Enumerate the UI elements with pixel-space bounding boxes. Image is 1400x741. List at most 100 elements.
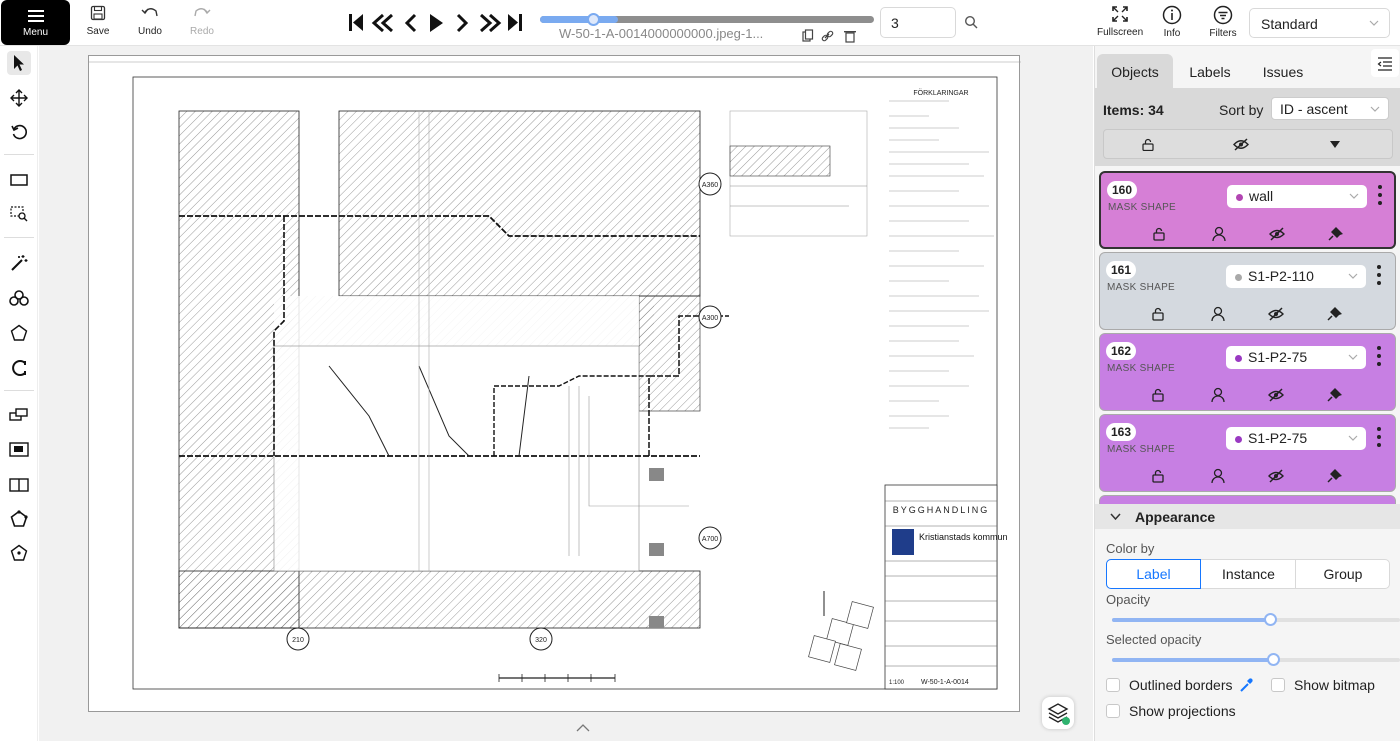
group-tool[interactable] [7, 438, 31, 462]
appearance-header[interactable]: Appearance [1095, 504, 1400, 529]
left-toolbar [0, 46, 38, 741]
menu-button[interactable]: Menu [1, 0, 70, 45]
pentagon-shape-icon [10, 510, 28, 527]
color-by-label-option[interactable]: Label [1106, 559, 1201, 589]
magic-wand-tool[interactable] [7, 251, 31, 275]
show-projections-box[interactable] [1106, 704, 1120, 718]
visibility-off-icon[interactable] [1268, 469, 1284, 483]
frame-number-input[interactable]: 3 [880, 7, 956, 38]
show-bitmap-checkbox[interactable]: Show bitmap [1271, 677, 1391, 695]
workspace-select[interactable]: Standard [1249, 8, 1390, 38]
user-icon[interactable] [1211, 468, 1225, 484]
object-card[interactable]: 160 MASK SHAPE wall [1099, 171, 1396, 249]
next-frame-icon[interactable] [456, 13, 469, 33]
show-projections-checkbox[interactable]: Show projections [1106, 703, 1256, 721]
frame-slider[interactable] [540, 13, 874, 26]
outlined-borders-box[interactable] [1106, 678, 1120, 692]
fit-image-tool[interactable] [7, 168, 31, 192]
lock-icon[interactable] [1152, 388, 1164, 402]
info-button[interactable]: Info [1157, 5, 1187, 39]
selected-opacity-handle[interactable] [1267, 653, 1281, 666]
delete-icon[interactable] [844, 31, 856, 43]
hide-all-icon[interactable] [1233, 138, 1249, 151]
object-card[interactable]: 163 MASK SHAPE S1-P2-75 [1099, 414, 1396, 492]
user-icon[interactable] [1211, 387, 1225, 403]
outlined-borders-checkbox[interactable]: Outlined borders [1106, 677, 1256, 695]
user-icon[interactable] [1211, 306, 1225, 322]
visibility-off-icon[interactable] [1269, 227, 1285, 241]
canvas-area[interactable]: A360 A300 A700 210 320 FÖRKLARINGAR BYGG… [39, 46, 1093, 741]
lock-icon[interactable] [1152, 469, 1164, 483]
forward-fast-icon[interactable] [480, 13, 502, 33]
save-button[interactable]: Save [86, 5, 110, 37]
more-options-icon[interactable] [1374, 344, 1384, 368]
visibility-off-icon[interactable] [1268, 388, 1284, 402]
pin-icon[interactable] [1327, 388, 1342, 402]
caret-down-icon[interactable] [1330, 141, 1340, 148]
collapse-panel-button[interactable] [1371, 49, 1399, 77]
tab-objects[interactable]: Objects [1097, 54, 1173, 88]
opacity-handle[interactable] [1264, 613, 1278, 626]
color-by-group-option[interactable]: Group [1296, 560, 1390, 588]
show-bitmap-box[interactable] [1271, 678, 1285, 692]
sort-select[interactable]: ID - ascent [1271, 97, 1389, 120]
shape-tool[interactable] [7, 507, 31, 531]
lock-icon[interactable] [1152, 307, 1164, 321]
move-tool[interactable] [7, 86, 31, 110]
ai-tool[interactable] [7, 286, 31, 310]
object-card[interactable]: 162 MASK SHAPE S1-P2-75 [1099, 333, 1396, 411]
lock-icon[interactable] [1153, 227, 1165, 241]
color-picker-icon[interactable] [1239, 678, 1253, 693]
object-label-select[interactable]: S1-P2-110 [1226, 265, 1366, 288]
undo-button[interactable]: Undo [136, 5, 164, 37]
fullscreen-button[interactable]: Fullscreen [1097, 5, 1143, 38]
pin-icon[interactable] [1328, 227, 1343, 241]
user-icon[interactable] [1212, 226, 1226, 242]
slider-handle[interactable] [586, 13, 600, 26]
object-card[interactable]: 161 MASK SHAPE S1-P2-110 [1099, 252, 1396, 330]
zoom-region-icon [10, 206, 28, 222]
object-label-select[interactable]: S1-P2-75 [1226, 427, 1366, 450]
previous-frame-icon[interactable] [404, 13, 417, 33]
first-frame-icon[interactable] [349, 14, 363, 31]
link-icon[interactable] [821, 30, 834, 42]
back-fast-icon[interactable] [371, 13, 393, 33]
color-by-instance-option[interactable]: Instance [1202, 560, 1296, 588]
copy-icon[interactable] [802, 29, 814, 42]
layers-button[interactable] [1042, 697, 1074, 729]
unlock-all-icon[interactable] [1142, 138, 1154, 151]
selected-opacity-slider[interactable] [1112, 653, 1400, 667]
zoom-region-tool[interactable] [7, 202, 31, 226]
rotate-icon [11, 124, 27, 140]
more-options-icon[interactable] [1374, 263, 1384, 287]
search-icon[interactable] [964, 15, 978, 29]
drawing-sheet[interactable]: A360 A300 A700 210 320 FÖRKLARINGAR BYGG… [88, 55, 1021, 712]
brush-tool[interactable] [7, 356, 31, 380]
split-tool[interactable] [7, 473, 31, 497]
merge-shapes-icon [9, 408, 28, 421]
chevron-up-icon[interactable] [576, 723, 590, 732]
filters-button[interactable]: Filters [1206, 5, 1240, 39]
object-label-select[interactable]: wall [1227, 185, 1367, 208]
redo-button[interactable]: Redo [188, 5, 216, 37]
sort-by-label: Sort by [1219, 102, 1264, 118]
cursor-tool[interactable] [7, 51, 31, 75]
more-options-icon[interactable] [1374, 425, 1384, 449]
rotate-tool[interactable] [7, 120, 31, 144]
object-label-select[interactable]: S1-P2-75 [1226, 346, 1366, 369]
last-frame-icon[interactable] [508, 14, 522, 31]
visibility-off-icon[interactable] [1268, 307, 1284, 321]
opacity-slider[interactable] [1112, 613, 1400, 627]
tab-labels[interactable]: Labels [1179, 54, 1241, 88]
points-tool[interactable] [7, 541, 31, 565]
play-icon[interactable] [430, 14, 443, 32]
pin-icon[interactable] [1327, 307, 1342, 321]
chevron-down-icon [1348, 273, 1358, 279]
pin-icon[interactable] [1327, 469, 1342, 483]
merge-tool[interactable] [7, 403, 31, 427]
items-count: Items: 34 [1103, 102, 1164, 118]
polygon-tool[interactable] [7, 321, 31, 345]
more-options-icon[interactable] [1375, 183, 1385, 207]
tab-issues[interactable]: Issues [1251, 54, 1315, 88]
label-color-dot [1235, 355, 1242, 362]
